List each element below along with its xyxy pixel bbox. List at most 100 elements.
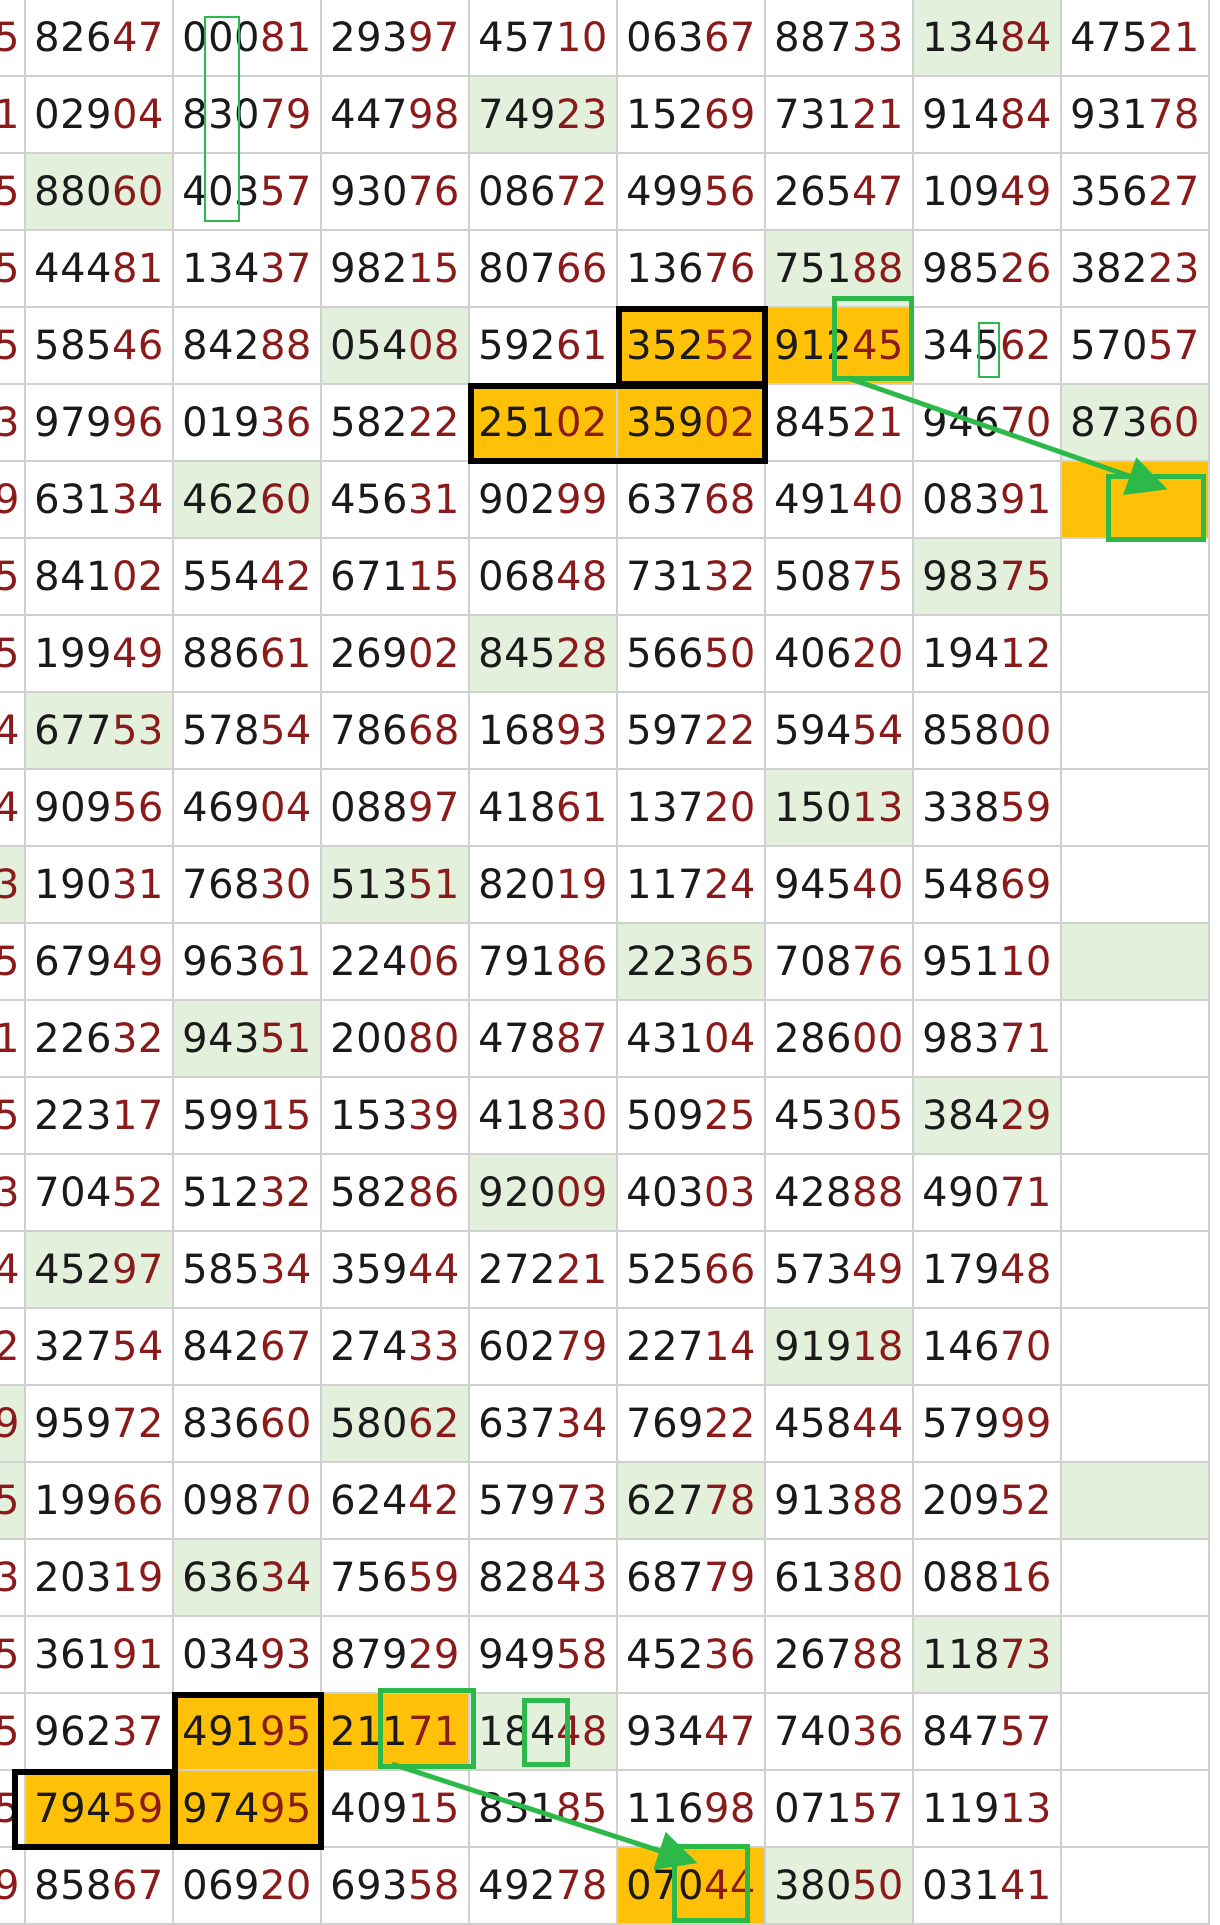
edge-cell: 5 [0,154,26,231]
grid-cell: 40357 [174,154,322,231]
cell-number: 22714 [626,1324,756,1370]
grid-cell: 67115 [322,539,470,616]
digit: 7 [34,1785,61,1832]
digit: 4 [626,168,653,215]
digit: 4 [478,1015,505,1062]
digit: 3 [86,1554,112,1601]
cell-number: 34562 [922,323,1052,369]
digit: 9 [34,784,61,831]
digit: 7 [999,553,1026,600]
digit: 2 [729,1400,756,1447]
cell-number: 08391 [922,477,1052,523]
digit: 5 [703,168,730,215]
digit: 6 [999,322,1026,369]
cell-number: 46904 [182,785,312,831]
cell-number: 08672 [478,169,608,215]
cell-number: 56650 [626,631,756,677]
digit: 0 [774,1785,801,1832]
digit: 0 [1025,399,1052,446]
digit: 6 [330,1477,357,1524]
grid-cell: 19031 [26,847,174,924]
grid-cell: 57973 [470,1463,618,1540]
edge-cell: 5 [0,924,26,1001]
digit: 1 [137,245,164,292]
cell-number: 45305 [774,1093,904,1139]
digit: 7 [86,707,112,754]
digit: 1 [678,1015,704,1062]
grid-cell: 06848 [470,539,618,616]
cell-number: 87360 [1070,400,1200,446]
digit: 5 [478,322,505,369]
cell-number: 97996 [34,400,164,446]
digit: 0 [504,1323,531,1370]
digit: 7 [530,1400,556,1447]
digit: 7 [356,1631,383,1678]
grid-cell [1062,924,1210,1001]
digit: 8 [382,784,408,831]
cell-number: 09870 [182,1478,312,1524]
grid-cell: 69358 [322,1848,470,1925]
digit: 2 [137,1169,164,1216]
digit: 5 [652,322,679,369]
digit: 4 [111,938,138,985]
cell-number: 40303 [626,1170,756,1216]
grid-cell: 83185 [470,1771,618,1848]
digit: 0 [234,91,260,138]
cell-number: 83079 [182,92,312,138]
digit: 2 [504,1169,531,1216]
digit: 4 [1070,14,1097,61]
digit: 2 [1122,245,1148,292]
cell-number: 58546 [34,323,164,369]
digit: 1 [555,14,582,61]
digit: 8 [433,91,460,138]
cell-number: 75188 [774,246,904,292]
digit: 9 [1070,91,1097,138]
digit: 5 [285,1708,312,1755]
digit: 7 [555,1477,582,1524]
digit: 6 [433,1169,460,1216]
edge-cell: 1 [0,77,26,154]
grid-cell: 40303 [618,1155,766,1232]
digit: 3 [581,91,608,138]
cell-number: 19412 [922,631,1052,677]
digit: 7 [259,1477,286,1524]
cell-number: 43104 [626,1016,756,1062]
grid-cell: 84757 [914,1694,1062,1771]
cell-number: 40915 [330,1786,460,1832]
digit: 6 [234,630,260,677]
digit: 3 [382,14,408,61]
digit: 9 [800,707,827,754]
digit: 7 [703,1477,730,1524]
digit: 5 [234,1246,260,1293]
digit: 2 [382,399,408,446]
cell-number: 91918 [774,1324,904,1370]
digit: 0 [703,399,730,446]
digit: 3 [626,322,653,369]
digit: 4 [1025,91,1052,138]
digit: 4 [234,553,260,600]
digit: 2 [60,1092,87,1139]
grid-cell: 42888 [766,1155,914,1232]
cell-number: 15269 [626,92,756,138]
digit: 0 [407,938,434,985]
digit: 7 [800,1785,827,1832]
digit: 6 [60,1631,87,1678]
digit: 6 [877,938,904,985]
grid-cell: 85867 [26,1848,174,1925]
cell-number: 76922 [626,1401,756,1447]
digit: 6 [234,1554,260,1601]
digit: 4 [285,707,312,754]
cell-number: 38223 [1070,246,1200,292]
digit: 3 [581,707,608,754]
digit: 0 [877,476,904,523]
edge-cell: 1 [0,1001,26,1078]
digit: 1 [922,630,949,677]
digit: 6 [356,630,383,677]
grid-cell: 35902 [618,385,766,462]
grid-cell: 87360 [1062,385,1210,462]
grid-cell: 70876 [766,924,914,1001]
grid-cell: 38429 [914,1078,1062,1155]
digit: 9 [974,1400,1000,1447]
digit: 1 [34,861,61,908]
cell-number: 76830 [182,862,312,908]
